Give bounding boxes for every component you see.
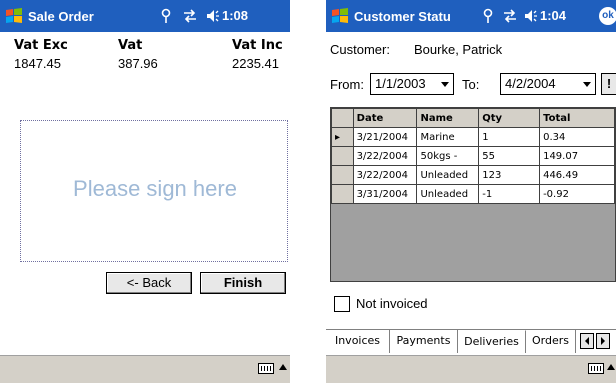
vat-exc-label: Vat Exc (14, 38, 68, 53)
keyboard-icon[interactable] (588, 363, 604, 374)
cell-name[interactable]: Unleaded (416, 184, 480, 204)
cell-qty[interactable]: 1 (478, 127, 541, 147)
title-bar: Sale Order 1:08 (0, 0, 290, 32)
from-label: From: (330, 77, 364, 92)
grid-corner-cell (331, 108, 354, 128)
window-title: Customer Statu (354, 9, 451, 24)
cell-name[interactable]: Marine (416, 127, 480, 147)
grid-header-row: Date Name Qty Total (331, 108, 615, 128)
cell-name[interactable]: Unleaded (416, 165, 480, 185)
windows-flag-icon[interactable] (330, 6, 350, 26)
refresh-button[interactable]: ! (601, 73, 616, 95)
input-panel-bar (0, 355, 290, 383)
chevron-down-icon (441, 82, 449, 87)
sync-icon[interactable] (182, 8, 198, 27)
finish-button[interactable]: Finish (200, 272, 286, 294)
cell-name[interactable]: 50kgs - (416, 146, 480, 166)
tab-bar: Invoices Payments Deliveries Orders (326, 329, 616, 353)
from-date-value: 1/1/2003 (375, 76, 426, 91)
antenna-icon[interactable] (160, 8, 172, 27)
cell-date[interactable]: 3/31/2004 (352, 184, 418, 204)
not-invoiced-label: Not invoiced (356, 296, 428, 311)
back-button[interactable]: <- Back (106, 272, 192, 294)
cell-total[interactable]: 149.07 (539, 146, 615, 166)
chevron-down-icon (583, 82, 591, 87)
column-header-name[interactable]: Name (416, 108, 480, 128)
caret-up-icon[interactable] (279, 364, 287, 370)
clock-time[interactable]: 1:08 (222, 8, 248, 23)
table-row[interactable]: 3/31/2004 Unleaded -1 -0.92 (331, 184, 615, 204)
tab-deliveries[interactable]: Deliveries (458, 330, 526, 353)
deliveries-grid[interactable]: Date Name Qty Total ▸ 3/21/2004 Marine 1… (330, 107, 616, 282)
row-selector[interactable] (331, 146, 354, 166)
to-date-value: 4/2/2004 (505, 76, 556, 91)
cell-qty[interactable]: 123 (478, 165, 541, 185)
row-selector[interactable] (331, 184, 354, 204)
cell-date[interactable]: 3/22/2004 (352, 146, 418, 166)
not-invoiced-checkbox[interactable] (334, 296, 350, 312)
cell-date[interactable]: 3/22/2004 (352, 165, 418, 185)
table-row[interactable]: ▸ 3/21/2004 Marine 1 0.34 (331, 127, 615, 147)
antenna-icon[interactable] (482, 8, 494, 27)
keyboard-icon[interactable] (258, 363, 274, 374)
cell-date[interactable]: 3/21/2004 (352, 127, 418, 147)
vat-inc-value: 2235.41 (232, 56, 279, 71)
ok-icon[interactable]: ok (599, 7, 616, 25)
to-date-select[interactable]: 4/2/2004 (500, 73, 596, 95)
tab-scroll-left-icon[interactable] (580, 333, 594, 349)
windows-flag-icon[interactable] (4, 6, 24, 26)
column-header-total[interactable]: Total (539, 108, 615, 128)
input-panel-bar (326, 355, 616, 383)
speaker-icon[interactable] (524, 8, 538, 27)
row-selector[interactable] (331, 165, 354, 185)
tab-scroll-right-icon[interactable] (596, 333, 610, 349)
tab-payments[interactable]: Payments (390, 330, 458, 353)
clock-time[interactable]: 1:04 (540, 8, 566, 23)
signature-pad[interactable]: Please sign here (20, 120, 288, 262)
tab-orders[interactable]: Orders (526, 330, 576, 353)
column-header-date[interactable]: Date (352, 108, 418, 128)
cell-qty[interactable]: 55 (478, 146, 541, 166)
customer-name: Bourke, Patrick (414, 42, 503, 57)
speaker-icon[interactable] (206, 8, 220, 27)
signature-placeholder: Please sign here (73, 176, 237, 201)
caret-up-icon[interactable] (607, 364, 615, 370)
customer-label: Customer: (330, 42, 390, 57)
cell-qty[interactable]: -1 (478, 184, 541, 204)
customer-status-screen: Customer Statu 1:04 ok Customer: Bourke,… (326, 0, 616, 383)
table-row[interactable]: 3/22/2004 50kgs - 55 149.07 (331, 146, 615, 166)
table-row[interactable]: 3/22/2004 Unleaded 123 446.49 (331, 165, 615, 185)
title-bar: Customer Statu 1:04 ok (326, 0, 616, 32)
cell-total[interactable]: -0.92 (539, 184, 615, 204)
vat-value: 387.96 (118, 56, 158, 71)
vat-exc-value: 1847.45 (14, 56, 61, 71)
window-title: Sale Order (28, 9, 94, 24)
vat-label: Vat (118, 38, 143, 53)
row-selector[interactable]: ▸ (331, 127, 354, 147)
sale-order-screen: Sale Order 1:08 Vat Exc Vat Vat Inc 1847… (0, 0, 290, 383)
tab-invoices[interactable]: Invoices (326, 330, 390, 353)
to-label: To: (462, 77, 480, 92)
cell-total[interactable]: 446.49 (539, 165, 615, 185)
from-date-select[interactable]: 1/1/2003 (370, 73, 454, 95)
vat-inc-label: Vat Inc (232, 38, 283, 53)
cell-total[interactable]: 0.34 (539, 127, 615, 147)
column-header-qty[interactable]: Qty (478, 108, 541, 128)
sync-icon[interactable] (502, 8, 518, 27)
